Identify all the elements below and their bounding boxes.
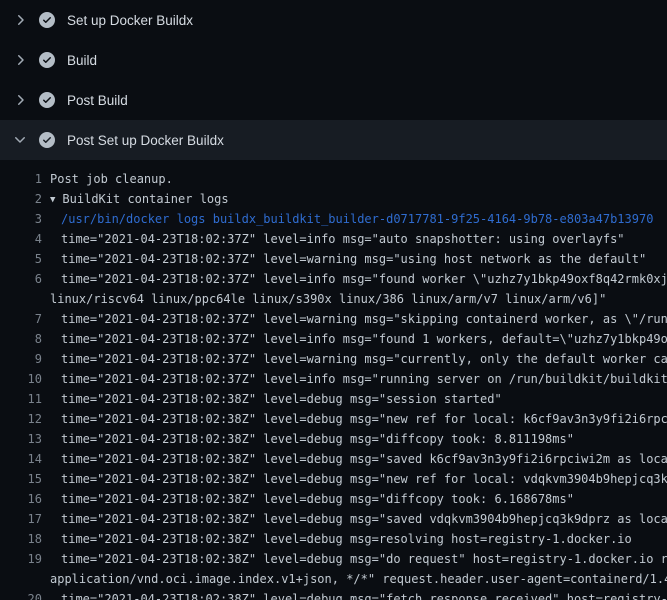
log-line: 14 time="2021-04-23T18:02:38Z" level=deb… <box>0 449 667 469</box>
log-line-number[interactable]: 14 <box>0 449 42 469</box>
log-line-number[interactable]: 1 <box>0 169 42 189</box>
step-row[interactable]: Build <box>0 40 667 80</box>
log-line: 5 time="2021-04-23T18:02:37Z" level=warn… <box>0 249 667 269</box>
log-line-text: Post job cleanup. <box>42 169 173 189</box>
log-line-number[interactable]: 6 <box>0 269 42 289</box>
log-line-text: time="2021-04-23T18:02:37Z" level=info m… <box>42 329 667 349</box>
log-line: 2 ▼ BuildKit container logs <box>0 189 667 209</box>
log-line-text: time="2021-04-23T18:02:38Z" level=debug … <box>42 449 667 469</box>
log-line-number[interactable]: 15 <box>0 469 42 489</box>
chevron-right-icon <box>12 52 28 68</box>
log-line: application/vnd.oci.image.index.v1+json,… <box>0 569 667 589</box>
chevron-right-icon <box>12 92 28 108</box>
log-command-text: /usr/bin/docker logs buildx_buildkit_bui… <box>42 209 653 229</box>
log-line-number[interactable]: 11 <box>0 389 42 409</box>
log-line-number[interactable]: 16 <box>0 489 42 509</box>
log-view: 1 Post job cleanup. 2 ▼ BuildKit containe… <box>0 160 667 600</box>
log-line: 9 time="2021-04-23T18:02:37Z" level=warn… <box>0 349 667 369</box>
log-line: 16 time="2021-04-23T18:02:38Z" level=deb… <box>0 489 667 509</box>
log-line-text: time="2021-04-23T18:02:38Z" level=debug … <box>42 529 632 549</box>
log-line-text: time="2021-04-23T18:02:37Z" level=warnin… <box>42 249 646 269</box>
log-line-number[interactable]: 10 <box>0 369 42 389</box>
log-line-number[interactable]: 8 <box>0 329 42 349</box>
step-label: Post Set up Docker Buildx <box>67 133 224 148</box>
log-line-text: time="2021-04-23T18:02:37Z" level=info m… <box>42 269 667 289</box>
log-line: 13 time="2021-04-23T18:02:38Z" level=deb… <box>0 429 667 449</box>
log-line: 4 time="2021-04-23T18:02:37Z" level=info… <box>0 229 667 249</box>
log-line-number[interactable]: 13 <box>0 429 42 449</box>
step-row[interactable]: Post Set up Docker Buildx <box>0 120 667 160</box>
check-circle-icon <box>39 92 55 108</box>
log-line-number[interactable]: 20 <box>0 589 42 600</box>
log-line: 10 time="2021-04-23T18:02:37Z" level=inf… <box>0 369 667 389</box>
log-line-number[interactable]: 4 <box>0 229 42 249</box>
log-line-number[interactable]: 17 <box>0 509 42 529</box>
log-line: 17 time="2021-04-23T18:02:38Z" level=deb… <box>0 509 667 529</box>
check-circle-icon <box>39 132 55 148</box>
log-line-number[interactable] <box>0 289 42 309</box>
log-line: 19 time="2021-04-23T18:02:38Z" level=deb… <box>0 549 667 569</box>
log-line-number[interactable]: 5 <box>0 249 42 269</box>
step-label: Post Build <box>67 93 128 108</box>
log-line-text: time="2021-04-23T18:02:37Z" level=info m… <box>42 229 625 249</box>
log-line-number[interactable]: 9 <box>0 349 42 369</box>
log-line-number[interactable]: 12 <box>0 409 42 429</box>
log-line-text: time="2021-04-23T18:02:38Z" level=debug … <box>42 429 574 449</box>
step-label: Set up Docker Buildx <box>67 13 193 28</box>
log-line-number[interactable] <box>0 569 42 589</box>
log-line: 11 time="2021-04-23T18:02:38Z" level=deb… <box>0 389 667 409</box>
log-line-text: time="2021-04-23T18:02:38Z" level=debug … <box>42 469 667 489</box>
log-line-text: time="2021-04-23T18:02:37Z" level=warnin… <box>42 349 667 369</box>
log-line: 1 Post job cleanup. <box>0 169 667 189</box>
job-steps-list: Set up Docker Buildx Build Post Build Po… <box>0 0 667 160</box>
log-line: 18 time="2021-04-23T18:02:38Z" level=deb… <box>0 529 667 549</box>
log-line-text: application/vnd.oci.image.index.v1+json,… <box>42 569 667 589</box>
log-line-text: time="2021-04-23T18:02:37Z" level=info m… <box>42 369 667 389</box>
log-line: 7 time="2021-04-23T18:02:37Z" level=warn… <box>0 309 667 329</box>
log-line: 8 time="2021-04-23T18:02:37Z" level=info… <box>0 329 667 349</box>
log-line: 12 time="2021-04-23T18:02:38Z" level=deb… <box>0 409 667 429</box>
log-line-text: time="2021-04-23T18:02:38Z" level=debug … <box>42 509 667 529</box>
log-line-text: time="2021-04-23T18:02:37Z" level=warnin… <box>42 309 667 329</box>
log-line-text: time="2021-04-23T18:02:38Z" level=debug … <box>42 489 574 509</box>
log-line-text: time="2021-04-23T18:02:38Z" level=debug … <box>42 389 502 409</box>
log-group-label: BuildKit container logs <box>62 192 228 206</box>
step-row[interactable]: Set up Docker Buildx <box>0 0 667 40</box>
log-line-number[interactable]: 7 <box>0 309 42 329</box>
chevron-right-icon <box>12 12 28 28</box>
log-line-text: time="2021-04-23T18:02:38Z" level=debug … <box>42 409 667 429</box>
log-line-text: time="2021-04-23T18:02:38Z" level=debug … <box>42 589 667 600</box>
log-line-number[interactable]: 18 <box>0 529 42 549</box>
log-line-number[interactable]: 3 <box>0 209 42 229</box>
log-line: 20 time="2021-04-23T18:02:38Z" level=deb… <box>0 589 667 600</box>
triangle-down-icon: ▼ <box>50 190 55 210</box>
log-line: 15 time="2021-04-23T18:02:38Z" level=deb… <box>0 469 667 489</box>
step-row[interactable]: Post Build <box>0 80 667 120</box>
log-line-text: time="2021-04-23T18:02:38Z" level=debug … <box>42 549 667 569</box>
check-circle-icon <box>39 52 55 68</box>
chevron-down-icon <box>12 132 28 148</box>
log-line: linux/riscv64 linux/ppc64le linux/s390x … <box>0 289 667 309</box>
check-circle-icon <box>39 12 55 28</box>
log-group-toggle[interactable]: ▼ BuildKit container logs <box>42 189 229 209</box>
log-line-number[interactable]: 19 <box>0 549 42 569</box>
log-line-number[interactable]: 2 <box>0 189 42 209</box>
step-label: Build <box>67 53 97 68</box>
log-line: 3 /usr/bin/docker logs buildx_buildkit_b… <box>0 209 667 229</box>
log-line: 6 time="2021-04-23T18:02:37Z" level=info… <box>0 269 667 289</box>
log-line-text: linux/riscv64 linux/ppc64le linux/s390x … <box>42 289 606 309</box>
